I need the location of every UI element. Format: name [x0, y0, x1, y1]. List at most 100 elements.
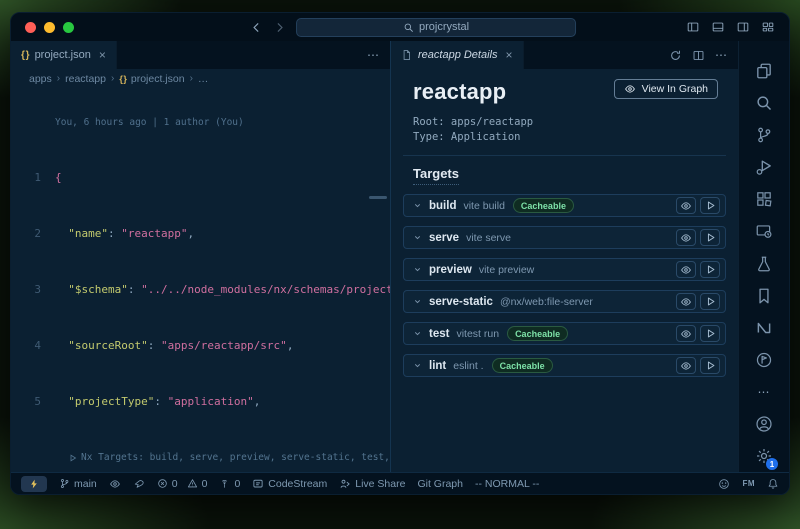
account-icon[interactable]	[739, 408, 789, 440]
run-target-button[interactable]	[700, 197, 720, 214]
project-details-panel: reactapp View In Graph Root: apps/reacta…	[391, 69, 738, 472]
remote-window-icon[interactable]	[739, 215, 789, 247]
beaker-icon[interactable]	[739, 247, 789, 279]
view-target-button[interactable]	[676, 357, 696, 374]
target-row-test[interactable]: test vitest run Cacheable	[403, 322, 726, 345]
gitlens-blame-toggle[interactable]	[109, 478, 121, 490]
breadcrumb-reactapp[interactable]: reactapp	[65, 73, 106, 85]
view-target-button[interactable]	[676, 261, 696, 278]
refresh-icon[interactable]	[669, 49, 682, 62]
nx-targets-hint[interactable]: Nx Targets: build, serve, preview, serve…	[69, 451, 390, 464]
search-icon	[403, 22, 414, 33]
broadcast-count: 0	[234, 478, 240, 490]
flag-circle-icon[interactable]	[739, 344, 789, 376]
status-bar: main 0 0 0 CodeStream Live Share Git Gra…	[11, 472, 789, 494]
chevron-down-icon[interactable]	[413, 361, 422, 370]
run-target-button[interactable]	[700, 293, 720, 310]
target-name: serve-static	[429, 296, 493, 308]
view-target-button[interactable]	[676, 229, 696, 246]
toggle-sidebar-icon[interactable]	[686, 20, 700, 34]
extensions-icon[interactable]	[739, 183, 789, 215]
code-editor[interactable]: You, 6 hours ago | 1 author (You) 1{ 2 "…	[11, 88, 390, 472]
command-center-search[interactable]: projcrystal	[296, 18, 576, 37]
target-row-serve-static[interactable]: serve-static @nx/web:file-server	[403, 290, 726, 313]
target-row-preview[interactable]: preview vite preview	[403, 258, 726, 281]
cacheable-badge: Cacheable	[507, 326, 568, 341]
split-editor-icon[interactable]	[692, 49, 705, 62]
chevron-down-icon[interactable]	[413, 297, 422, 306]
fm-indicator[interactable]: FM	[742, 479, 755, 488]
breadcrumb-apps[interactable]: apps	[29, 73, 52, 85]
code-token: "../../node_modules/nx/schemas/project-s	[141, 283, 390, 297]
view-target-button[interactable]	[676, 325, 696, 342]
live-share-status[interactable]: Live Share	[339, 478, 405, 490]
broadcast-status[interactable]: 0	[219, 478, 240, 490]
line-number: 3	[11, 283, 55, 297]
remote-indicator[interactable]	[21, 476, 47, 492]
breadcrumb-file[interactable]: project.json	[131, 73, 185, 85]
git-branch-status[interactable]: main	[59, 478, 97, 490]
target-name: lint	[429, 360, 446, 372]
close-tab-icon[interactable]: ×	[506, 48, 513, 62]
bird-icon[interactable]	[133, 478, 145, 490]
run-target-button[interactable]	[700, 229, 720, 246]
gitlens-codelens[interactable]: You, 6 hours ago | 1 author (You)	[55, 116, 390, 129]
nx-console-icon[interactable]	[739, 312, 789, 344]
codestream-icon	[252, 478, 264, 490]
tab-project-json[interactable]: { } project.json ×	[11, 41, 117, 69]
vim-mode-label: -- NORMAL --	[475, 478, 539, 490]
line-number: 5	[11, 395, 55, 409]
chevron-down-icon[interactable]	[413, 201, 422, 210]
zoom-window-button[interactable]	[63, 22, 74, 33]
breadcrumb-symbol[interactable]: …	[198, 73, 209, 85]
view-target-button[interactable]	[676, 197, 696, 214]
customize-layout-icon[interactable]	[761, 20, 775, 34]
tab-reactapp-details[interactable]: reactapp Details ×	[391, 41, 524, 69]
octoface-icon[interactable]	[718, 478, 730, 490]
toggle-secondary-sidebar-icon[interactable]	[736, 20, 750, 34]
bookmark-icon[interactable]	[739, 280, 789, 312]
view-in-graph-button[interactable]: View In Graph	[614, 79, 718, 99]
back-arrow-icon[interactable]	[250, 21, 263, 34]
live-share-icon	[339, 478, 351, 490]
code-token: "sourceRoot"	[55, 339, 148, 353]
close-tab-icon[interactable]: ×	[99, 48, 106, 62]
search-icon[interactable]	[739, 87, 789, 119]
code-token: "application"	[168, 395, 254, 409]
scrollbar-thumb[interactable]	[369, 196, 387, 199]
toggle-panel-icon[interactable]	[711, 20, 725, 34]
view-target-button[interactable]	[676, 293, 696, 310]
git-graph-status[interactable]: Git Graph	[417, 478, 463, 490]
more-actions-icon[interactable]: ⋯	[715, 48, 728, 62]
more-icon[interactable]: ⋯	[739, 376, 789, 408]
files-icon[interactable]	[739, 55, 789, 87]
chevron-down-icon[interactable]	[413, 265, 422, 274]
chevron-down-icon[interactable]	[413, 233, 422, 242]
vim-mode-indicator[interactable]: -- NORMAL --	[475, 478, 539, 490]
run-target-button[interactable]	[700, 261, 720, 278]
branch-icon	[59, 478, 70, 489]
target-row-serve[interactable]: serve vite serve	[403, 226, 726, 249]
error-icon	[157, 478, 168, 489]
source-control-icon[interactable]	[739, 119, 789, 151]
problems-status[interactable]: 0 0	[157, 478, 208, 490]
minimize-window-button[interactable]	[44, 22, 55, 33]
target-row-build[interactable]: build vite build Cacheable	[403, 194, 726, 217]
more-actions-icon[interactable]: ⋯	[367, 48, 380, 62]
run-target-button[interactable]	[700, 325, 720, 342]
code-token: {	[55, 171, 62, 185]
chevron-down-icon[interactable]	[413, 329, 422, 338]
codestream-status[interactable]: CodeStream	[252, 478, 327, 490]
close-window-button[interactable]	[25, 22, 36, 33]
forward-arrow-icon[interactable]	[273, 21, 286, 34]
tab-label: reactapp Details	[418, 49, 498, 61]
code-token: :	[128, 283, 141, 297]
settings-gear-icon[interactable]: 1	[739, 440, 789, 472]
run-debug-icon[interactable]	[739, 151, 789, 183]
run-target-button[interactable]	[700, 357, 720, 374]
target-row-lint[interactable]: lint eslint . Cacheable	[403, 354, 726, 377]
bell-icon[interactable]	[767, 478, 779, 490]
search-value: projcrystal	[419, 21, 469, 33]
antenna-icon	[219, 478, 230, 489]
target-command: @nx/web:file-server	[500, 296, 593, 308]
